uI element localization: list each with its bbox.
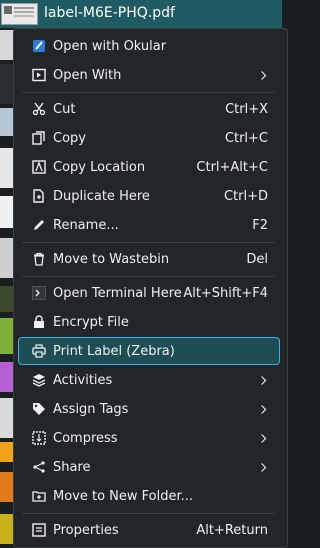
shortcut-label: Del — [246, 251, 268, 267]
copy-location-icon — [32, 160, 46, 174]
thumbnail — [0, 30, 14, 60]
menu-item-cut[interactable]: Cut Ctrl+X — [18, 95, 280, 123]
thumbnail — [0, 148, 14, 188]
menu-item-copy-location[interactable]: Copy Location Ctrl+Alt+C — [18, 153, 280, 181]
menu-item-label: Rename... — [53, 217, 119, 233]
menu-item-label: Activities — [53, 372, 113, 388]
menu-separator — [22, 242, 275, 243]
menu-item-label: Open Terminal Here — [53, 285, 182, 301]
lock-icon — [32, 315, 46, 329]
properties-icon — [32, 523, 46, 537]
shortcut-label: Ctrl+D — [223, 188, 268, 204]
thumbnail — [0, 64, 14, 104]
menu-item-activities[interactable]: Activities — [18, 366, 280, 394]
menu-item-label: Copy — [53, 130, 86, 146]
context-menu: Open with Okular Open With Cut Ctrl+X Copy Ct… — [13, 28, 288, 548]
thumbnail — [0, 318, 14, 354]
menu-item-open-with[interactable]: Open With — [18, 61, 280, 89]
activities-icon — [32, 373, 46, 387]
menu-separator — [22, 92, 275, 93]
shortcut-label: Ctrl+C — [224, 130, 268, 146]
menu-item-label: Properties — [53, 522, 119, 538]
cut-icon — [32, 102, 46, 116]
chevron-right-icon — [259, 374, 269, 386]
menu-item-label: Move to Wastebin — [53, 251, 170, 267]
tag-icon — [32, 402, 46, 416]
menu-item-rename[interactable]: Rename... F2 — [18, 211, 280, 239]
thumbnail — [0, 108, 14, 136]
open-with-icon — [32, 68, 46, 82]
menu-item-move-to-new-folder[interactable]: Move to New Folder... — [18, 482, 280, 510]
menu-item-open-with-okular[interactable]: Open with Okular — [18, 32, 280, 60]
compress-icon — [32, 431, 46, 445]
menu-item-move-to-wastebin[interactable]: Move to Wastebin Del — [18, 245, 280, 273]
menu-item-copy[interactable]: Copy Ctrl+C — [18, 124, 280, 152]
menu-item-print-label-zebra[interactable]: Print Label (Zebra) — [18, 337, 280, 365]
thumbnail — [0, 472, 14, 502]
chevron-right-icon — [259, 69, 269, 81]
menu-item-open-terminal-here[interactable]: Open Terminal Here Alt+Shift+F4 — [18, 279, 280, 307]
file-item-header[interactable]: label-M6E-PHQ.pdf — [0, 0, 282, 28]
trash-icon — [32, 252, 46, 266]
thumbnail — [0, 514, 14, 544]
menu-item-label: Compress — [53, 430, 118, 446]
okular-icon — [32, 39, 46, 53]
menu-item-label: Duplicate Here — [53, 188, 150, 204]
chevron-right-icon — [259, 403, 269, 415]
menu-item-label: Encrypt File — [53, 314, 129, 330]
duplicate-icon — [32, 189, 46, 203]
thumbnail — [0, 398, 14, 438]
thumbnail — [0, 362, 14, 392]
thumbnail — [0, 238, 14, 278]
pdf-thumbnail — [1, 3, 38, 25]
shortcut-label: Alt+Return — [196, 522, 268, 538]
menu-item-label: Copy Location — [53, 159, 146, 175]
rename-icon — [32, 218, 46, 232]
copy-icon — [32, 131, 46, 145]
file-name: label-M6E-PHQ.pdf — [44, 5, 175, 21]
menu-item-label: Cut — [53, 101, 76, 117]
menu-item-assign-tags[interactable]: Assign Tags — [18, 395, 280, 423]
menu-item-encrypt-file[interactable]: Encrypt File — [18, 308, 280, 336]
menu-separator — [22, 513, 275, 514]
thumbnail — [0, 196, 14, 228]
menu-item-label: Share — [53, 459, 91, 475]
menu-item-compress[interactable]: Compress — [18, 424, 280, 452]
file-thumbnails-strip — [0, 28, 14, 547]
shortcut-label: Alt+Shift+F4 — [183, 285, 268, 301]
shortcut-label: Ctrl+X — [225, 101, 268, 117]
new-folder-icon — [32, 489, 46, 503]
share-icon — [32, 460, 46, 474]
menu-item-share[interactable]: Share — [18, 453, 280, 481]
menu-item-label: Print Label (Zebra) — [53, 343, 175, 359]
menu-item-label: Open With — [53, 67, 122, 83]
menu-separator — [22, 276, 275, 277]
shortcut-label: F2 — [252, 217, 268, 233]
thumbnail — [0, 442, 14, 462]
shortcut-label: Ctrl+Alt+C — [196, 159, 268, 175]
menu-item-duplicate-here[interactable]: Duplicate Here Ctrl+D — [18, 182, 280, 210]
chevron-right-icon — [259, 461, 269, 473]
menu-item-label: Move to New Folder... — [53, 488, 194, 504]
thumbnail — [0, 286, 14, 312]
chevron-right-icon — [259, 432, 269, 444]
terminal-icon — [32, 286, 46, 300]
menu-item-properties[interactable]: Properties Alt+Return — [18, 516, 280, 544]
menu-item-label: Open with Okular — [53, 38, 167, 54]
printer-icon — [32, 344, 46, 358]
menu-item-label: Assign Tags — [53, 401, 129, 417]
